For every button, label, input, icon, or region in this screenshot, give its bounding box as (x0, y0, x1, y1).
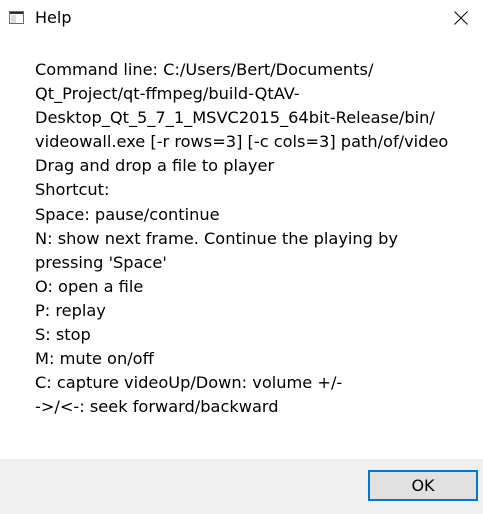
help-line: Drag and drop a file to player (35, 156, 275, 176)
close-icon (454, 11, 468, 25)
help-line: O: open a file (35, 276, 144, 296)
help-line: M: mute on/off (35, 349, 154, 369)
button-bar: OK (0, 459, 483, 514)
help-line: Space: pause/continue (35, 204, 220, 224)
help-text: Command line: C:/Users/Bert/Documents/ Q… (35, 58, 475, 419)
help-line: Command line: C:/Users/Bert/Documents/ (35, 60, 374, 79)
ok-button[interactable]: OK (368, 470, 478, 501)
help-line: Desktop_Qt_5_7_1_MSVC2015_64bit-Release/… (35, 108, 435, 128)
help-line: S: stop (35, 325, 91, 345)
help-line: Qt_Project/qt-ffmpeg/build-QtAV- (35, 84, 300, 104)
help-line: pressing 'Space' (35, 252, 167, 272)
help-line: C: capture videoUp/Down: volume +/- (35, 373, 343, 393)
close-button[interactable] (437, 0, 483, 36)
window-title: Help (35, 8, 72, 27)
help-dialog: Help Command line: C:/Users/Bert/Documen… (0, 0, 483, 514)
application-window-icon (9, 11, 24, 24)
help-line: N: show next frame. Continue the playing… (35, 228, 398, 248)
help-line: P: replay (35, 300, 106, 320)
help-line: videowall.exe [-r rows=3] [-c cols=3] pa… (35, 132, 449, 152)
title-bar[interactable]: Help (0, 0, 483, 36)
help-line: Shortcut: (35, 180, 110, 200)
help-line: ->/<-: seek forward/backward (35, 397, 279, 417)
